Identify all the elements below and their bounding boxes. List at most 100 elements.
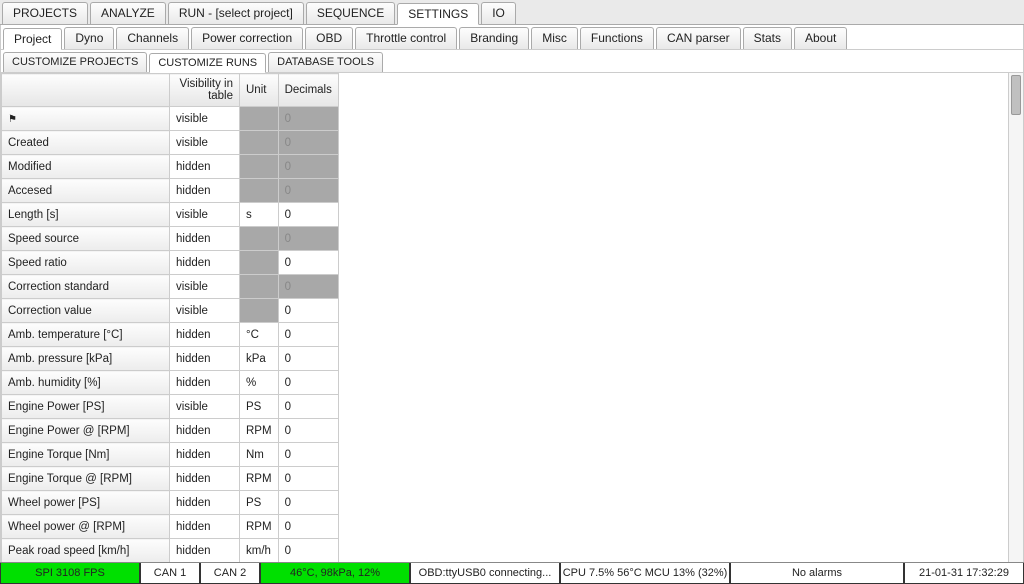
settings-tab-project[interactable]: Project bbox=[3, 28, 62, 50]
table-row: Engine Torque @ [RPM]hiddenRPM0 bbox=[2, 467, 339, 491]
unit-cell[interactable]: % bbox=[240, 371, 279, 395]
visibility-cell[interactable]: visible bbox=[170, 203, 240, 227]
visibility-cell[interactable]: hidden bbox=[170, 371, 240, 395]
settings-tab-power-correction[interactable]: Power correction bbox=[191, 27, 303, 49]
row-name[interactable]: Engine Power @ [RPM] bbox=[2, 419, 170, 443]
visibility-cell[interactable]: hidden bbox=[170, 179, 240, 203]
col-header-decimals[interactable]: Decimals bbox=[278, 74, 338, 107]
main-tab-run-select-project[interactable]: RUN - [select project] bbox=[168, 2, 304, 24]
unit-cell[interactable]: km/h bbox=[240, 539, 279, 563]
row-name[interactable]: Amb. temperature [°C] bbox=[2, 323, 170, 347]
unit-cell bbox=[240, 131, 279, 155]
visibility-cell[interactable]: visible bbox=[170, 275, 240, 299]
visibility-cell[interactable]: hidden bbox=[170, 443, 240, 467]
col-header-name[interactable] bbox=[2, 74, 170, 107]
settings-tab-functions[interactable]: Functions bbox=[580, 27, 654, 49]
settings-tab-throttle-control[interactable]: Throttle control bbox=[355, 27, 457, 49]
visibility-cell[interactable]: hidden bbox=[170, 419, 240, 443]
row-name[interactable]: Correction value bbox=[2, 299, 170, 323]
decimals-cell[interactable]: 0 bbox=[278, 347, 338, 371]
unit-cell[interactable]: kPa bbox=[240, 347, 279, 371]
decimals-cell: 0 bbox=[278, 107, 338, 131]
unit-cell[interactable]: °C bbox=[240, 323, 279, 347]
scroll-thumb[interactable] bbox=[1011, 75, 1021, 115]
row-name[interactable]: Amb. humidity [%] bbox=[2, 371, 170, 395]
unit-cell[interactable]: PS bbox=[240, 491, 279, 515]
table-row: Peak road speed [km/h]hiddenkm/h0 bbox=[2, 539, 339, 563]
visibility-cell[interactable]: hidden bbox=[170, 347, 240, 371]
unit-cell[interactable]: s bbox=[240, 203, 279, 227]
row-name[interactable]: Amb. pressure [kPa] bbox=[2, 347, 170, 371]
unit-cell[interactable]: RPM bbox=[240, 419, 279, 443]
unit-cell bbox=[240, 107, 279, 131]
visibility-cell[interactable]: hidden bbox=[170, 467, 240, 491]
main-tab-sequence[interactable]: SEQUENCE bbox=[306, 2, 395, 24]
unit-cell[interactable]: RPM bbox=[240, 467, 279, 491]
flag-icon[interactable]: ⚑ bbox=[2, 107, 170, 131]
decimals-cell[interactable]: 0 bbox=[278, 419, 338, 443]
row-name[interactable]: Speed source bbox=[2, 227, 170, 251]
visibility-cell[interactable]: visible bbox=[170, 299, 240, 323]
project-tab-customize-projects[interactable]: CUSTOMIZE PROJECTS bbox=[3, 52, 147, 72]
decimals-cell[interactable]: 0 bbox=[278, 539, 338, 563]
settings-tab-branding[interactable]: Branding bbox=[459, 27, 529, 49]
main-tab-strip: PROJECTSANALYZERUN - [select project]SEQ… bbox=[0, 0, 1024, 25]
runs-customize-table: Visibility in table Unit Decimals ⚑visib… bbox=[1, 73, 339, 564]
row-name[interactable]: Wheel power @ [RPM] bbox=[2, 515, 170, 539]
decimals-cell[interactable]: 0 bbox=[278, 443, 338, 467]
unit-cell[interactable]: PS bbox=[240, 395, 279, 419]
visibility-cell[interactable]: visible bbox=[170, 107, 240, 131]
table-row: Speed sourcehidden0 bbox=[2, 227, 339, 251]
visibility-cell[interactable]: hidden bbox=[170, 227, 240, 251]
table-row: Correction valuevisible 0 bbox=[2, 299, 339, 323]
visibility-cell[interactable]: hidden bbox=[170, 491, 240, 515]
row-name[interactable]: Engine Torque @ [RPM] bbox=[2, 467, 170, 491]
row-name[interactable]: Correction standard bbox=[2, 275, 170, 299]
decimals-cell[interactable]: 0 bbox=[278, 515, 338, 539]
main-tab-settings[interactable]: SETTINGS bbox=[397, 3, 479, 25]
row-name[interactable]: Speed ratio bbox=[2, 251, 170, 275]
settings-tab-about[interactable]: About bbox=[794, 27, 847, 49]
decimals-cell[interactable]: 0 bbox=[278, 371, 338, 395]
settings-tab-can-parser[interactable]: CAN parser bbox=[656, 27, 741, 49]
decimals-cell[interactable]: 0 bbox=[278, 203, 338, 227]
decimals-cell[interactable]: 0 bbox=[278, 491, 338, 515]
row-name[interactable]: Accesed bbox=[2, 179, 170, 203]
decimals-cell[interactable]: 0 bbox=[278, 323, 338, 347]
table-row: Engine Power @ [RPM]hiddenRPM0 bbox=[2, 419, 339, 443]
decimals-cell[interactable]: 0 bbox=[278, 395, 338, 419]
row-name[interactable]: Engine Power [PS] bbox=[2, 395, 170, 419]
row-name[interactable]: Modified bbox=[2, 155, 170, 179]
decimals-cell[interactable]: 0 bbox=[278, 299, 338, 323]
row-name[interactable]: Length [s] bbox=[2, 203, 170, 227]
visibility-cell[interactable]: visible bbox=[170, 395, 240, 419]
visibility-cell[interactable]: hidden bbox=[170, 539, 240, 563]
vertical-scrollbar[interactable] bbox=[1008, 73, 1023, 564]
settings-tab-misc[interactable]: Misc bbox=[531, 27, 578, 49]
settings-tab-channels[interactable]: Channels bbox=[116, 27, 189, 49]
settings-tab-stats[interactable]: Stats bbox=[743, 27, 792, 49]
row-name[interactable]: Wheel power [PS] bbox=[2, 491, 170, 515]
col-header-unit[interactable]: Unit bbox=[240, 74, 279, 107]
settings-tab-dyno[interactable]: Dyno bbox=[64, 27, 114, 49]
row-name[interactable]: Created bbox=[2, 131, 170, 155]
decimals-cell[interactable]: 0 bbox=[278, 251, 338, 275]
visibility-cell[interactable]: hidden bbox=[170, 251, 240, 275]
row-name[interactable]: Engine Torque [Nm] bbox=[2, 443, 170, 467]
main-tab-io[interactable]: IO bbox=[481, 2, 516, 24]
table-row: Amb. pressure [kPa]hiddenkPa0 bbox=[2, 347, 339, 371]
col-header-visibility[interactable]: Visibility in table bbox=[170, 74, 240, 107]
unit-cell[interactable]: RPM bbox=[240, 515, 279, 539]
project-tab-customize-runs[interactable]: CUSTOMIZE RUNS bbox=[149, 53, 266, 73]
row-name[interactable]: Peak road speed [km/h] bbox=[2, 539, 170, 563]
decimals-cell[interactable]: 0 bbox=[278, 467, 338, 491]
visibility-cell[interactable]: hidden bbox=[170, 323, 240, 347]
unit-cell[interactable]: Nm bbox=[240, 443, 279, 467]
main-tab-analyze[interactable]: ANALYZE bbox=[90, 2, 166, 24]
visibility-cell[interactable]: hidden bbox=[170, 155, 240, 179]
main-tab-projects[interactable]: PROJECTS bbox=[2, 2, 88, 24]
settings-tab-obd[interactable]: OBD bbox=[305, 27, 353, 49]
visibility-cell[interactable]: hidden bbox=[170, 515, 240, 539]
visibility-cell[interactable]: visible bbox=[170, 131, 240, 155]
project-tab-database-tools[interactable]: DATABASE TOOLS bbox=[268, 52, 383, 72]
